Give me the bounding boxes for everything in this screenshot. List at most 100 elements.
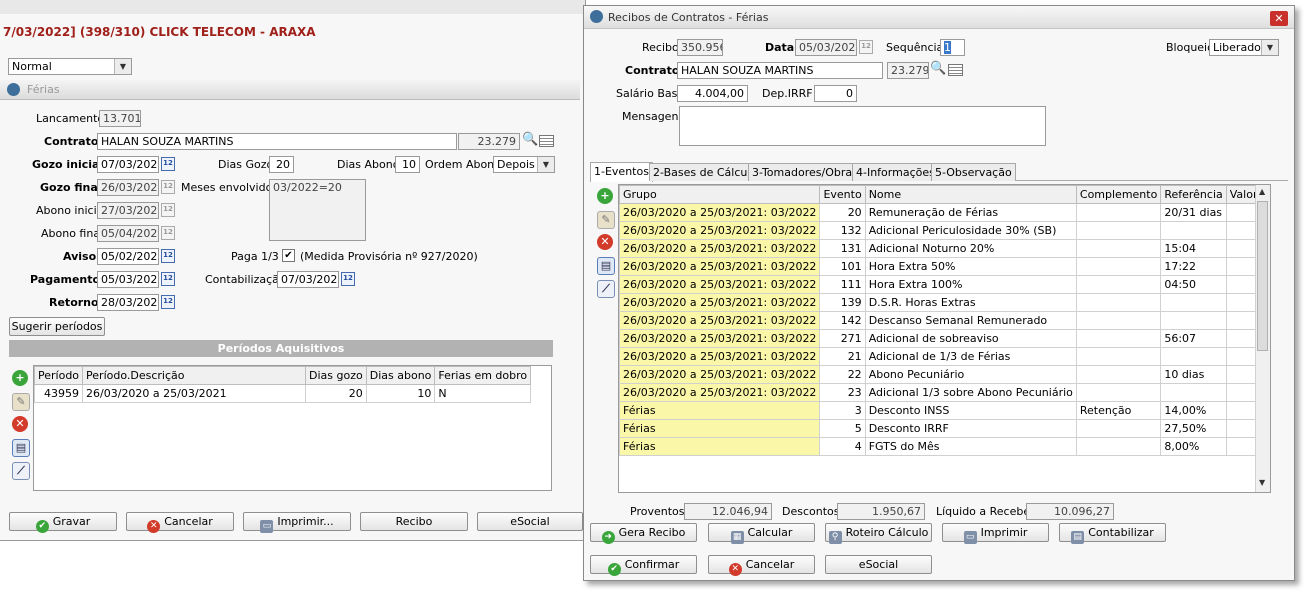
table-row[interactable]: Férias4FGTS do Mês8,00%645,66= — [619, 437, 1270, 456]
table-row[interactable]: Férias5Desconto IRRF27,50%1122,29- — [619, 419, 1270, 438]
scroll-down-icon[interactable]: ▼ — [1259, 478, 1265, 487]
descontos-field[interactable]: 1.950,67 — [837, 503, 925, 520]
table-row[interactable]: 26/03/2020 a 25/03/2021: 03/2022 131 Adici… — [619, 239, 1270, 258]
close-icon[interactable]: ✕ — [1270, 11, 1288, 26]
add-icon[interactable]: + — [12, 370, 28, 386]
table-row[interactable]: 26/03/2020 a 25/03/2021: 03/2022 132 Adici… — [619, 221, 1270, 240]
column-header[interactable]: Referência — [1160, 185, 1227, 204]
calendar-icon[interactable]: 12 — [161, 272, 175, 286]
confirmar-button[interactable]: ✔ Confirmar — [590, 555, 697, 576]
gravar-button[interactable]: ✔ Gravar — [9, 512, 117, 533]
data-field[interactable]: 05/03/2022 — [795, 39, 857, 56]
imprimir-button[interactable]: ▭ Imprimir — [942, 523, 1049, 544]
aviso-field[interactable]: 05/02/2022 — [97, 248, 159, 265]
calendar-icon[interactable]: 12 — [161, 295, 175, 309]
vertical-scrollbar[interactable]: ▲ ▼ — [1255, 185, 1270, 492]
column-header[interactable]: Complemento — [1075, 185, 1162, 204]
scroll-thumb[interactable] — [1257, 201, 1268, 351]
contabilizar-button[interactable]: ▤ Contabilizar — [1059, 523, 1166, 544]
column-header[interactable]: Dias abono — [365, 366, 436, 385]
window-icon[interactable]: ▤ — [597, 257, 615, 275]
table-row[interactable]: 26/03/2020 a 25/03/2021: 03/2022 21 Adicio… — [619, 347, 1270, 366]
gera-recibo-button[interactable]: ➜ Gera Recibo — [590, 523, 697, 544]
calendar-icon[interactable]: 12 — [161, 180, 175, 194]
esocial-button[interactable]: eSocial — [825, 555, 932, 574]
table-row[interactable]: 26/03/2020 a 25/03/2021: 03/2022 111 Hora … — [619, 275, 1270, 294]
bloqueio-select[interactable]: Liberado ▼ — [1209, 39, 1279, 56]
cancelar-button[interactable]: ✕ Cancelar — [708, 555, 815, 576]
dias-abono-field[interactable]: 10 — [395, 156, 420, 173]
table-row[interactable]: 26/03/2020 a 25/03/2021: 03/2022 23 Adicio… — [619, 383, 1270, 402]
imprimir-button[interactable]: ▭ Imprimir... — [243, 512, 351, 533]
meses-envolvidos-box[interactable]: 03/2022=20 — [269, 179, 366, 241]
table-row[interactable]: 26/03/2020 a 25/03/2021: 03/2022 142 Desca… — [619, 311, 1270, 330]
column-header[interactable]: Período.Descrição — [82, 366, 307, 385]
tab-eventos[interactable]: 1-Eventos — [590, 162, 653, 182]
ordem-abono-select[interactable]: Depois ▼ — [493, 156, 555, 173]
scroll-up-icon[interactable]: ▲ — [1259, 187, 1265, 196]
add-icon[interactable]: + — [597, 188, 613, 204]
lancamento-field[interactable]: 13.701 — [99, 110, 141, 127]
tab-observacao[interactable]: 5-Observação — [931, 163, 1016, 181]
table-row[interactable]: 26/03/2020 a 25/03/2021: 03/2022 22 Abono … — [619, 365, 1270, 384]
retorno-field[interactable]: 28/03/2022 — [97, 294, 159, 311]
pagamento-field[interactable]: 05/03/2022 — [97, 271, 159, 288]
table-row[interactable]: 26/03/2020 a 25/03/2021: 03/2022 101 Hora … — [619, 257, 1270, 276]
mensagens-textarea[interactable] — [679, 106, 1046, 146]
recibo-field[interactable]: 350.956 — [677, 39, 723, 56]
contrato-code-field[interactable]: 23.279 — [887, 62, 929, 79]
liquido-field[interactable]: 10.096,27 — [1026, 503, 1114, 520]
normal-select[interactable]: Normal ▼ — [8, 58, 132, 75]
contrato-code-field[interactable]: 23.279 — [458, 133, 520, 150]
delete-icon[interactable]: ✕ — [597, 234, 613, 250]
edit-icon[interactable]: ✎ — [12, 393, 30, 411]
table-row[interactable]: 26/03/2020 a 25/03/2021: 03/2022 20 Remune… — [619, 203, 1270, 222]
proventos-field[interactable]: 12.046,94 — [684, 503, 772, 520]
calendar-icon[interactable]: 12 — [859, 40, 873, 54]
search-icon[interactable]: 🔍 — [522, 133, 538, 147]
calendar-icon[interactable]: 12 — [341, 272, 355, 286]
list-icon[interactable] — [539, 135, 554, 147]
column-header[interactable]: Grupo — [619, 185, 821, 204]
table-row[interactable]: Férias3Desconto INSSRetenção14,00%828,38… — [619, 401, 1270, 420]
window-icon[interactable]: ▤ — [12, 439, 30, 457]
calendar-icon[interactable]: 12 — [161, 203, 175, 217]
abono-inicial-field[interactable]: 27/03/2022 — [97, 202, 159, 219]
cancelar-button[interactable]: ✕ Cancelar — [126, 512, 234, 533]
column-header[interactable]: Nome — [864, 185, 1077, 204]
contrato-name-field[interactable]: HALAN SOUZA MARTINS — [677, 62, 883, 79]
chart-icon[interactable]: ⟋ — [597, 280, 615, 298]
column-header[interactable]: Dias gozo — [305, 366, 367, 385]
tab-tomadores-obras[interactable]: 3-Tomadores/Obras — [748, 163, 862, 181]
search-icon[interactable]: 🔍 — [930, 62, 946, 76]
sugerir-periodos-button[interactable]: Sugerir períodos — [9, 317, 105, 336]
abono-final-field[interactable]: 05/04/2022 — [97, 225, 159, 242]
paga-checkbox[interactable]: ✔ — [282, 249, 295, 262]
gozo-final-field[interactable]: 26/03/2022 — [97, 179, 159, 196]
dias-gozo-field[interactable]: 20 — [269, 156, 294, 173]
delete-icon[interactable]: ✕ — [12, 416, 28, 432]
table-row[interactable]: 43959 26/03/2020 a 25/03/2021 20 10 N — [33, 384, 532, 403]
calendar-icon[interactable]: 12 — [161, 249, 175, 263]
calendar-icon[interactable]: 12 — [161, 226, 175, 240]
contrato-name-field[interactable]: HALAN SOUZA MARTINS — [97, 133, 457, 150]
table-row[interactable]: 26/03/2020 a 25/03/2021: 03/2022 271 Adici… — [619, 329, 1270, 348]
roteiro-calculo-button[interactable]: ⚲ Roteiro Cálculo — [825, 523, 932, 544]
tab-informacoes[interactable]: 4-Informações — [852, 163, 939, 181]
column-header[interactable]: Período — [33, 366, 84, 385]
column-header[interactable]: Ferias em dobro — [434, 366, 532, 385]
edit-icon[interactable]: ✎ — [597, 211, 615, 229]
list-icon[interactable] — [948, 64, 963, 76]
table-row[interactable]: 26/03/2020 a 25/03/2021: 03/2022 139 D.S.R… — [619, 293, 1270, 312]
recibo-button[interactable]: Recibo — [360, 512, 468, 531]
esocial-button[interactable]: eSocial — [477, 512, 583, 531]
sequencia-field[interactable]: 1 — [940, 39, 965, 56]
calendar-icon[interactable]: 12 — [161, 157, 175, 171]
dep-irrf-field[interactable]: 0 — [814, 85, 857, 102]
chart-icon[interactable]: ⟋ — [12, 462, 30, 480]
salario-base-field[interactable]: 4.004,00 — [677, 85, 748, 102]
calcular-button[interactable]: ▦ Calcular — [708, 523, 815, 544]
gozo-inicial-field[interactable]: 07/03/2022 — [97, 156, 159, 173]
column-header[interactable]: Evento — [819, 185, 866, 204]
contabilizacao-field[interactable]: 07/03/2022 — [277, 271, 339, 288]
